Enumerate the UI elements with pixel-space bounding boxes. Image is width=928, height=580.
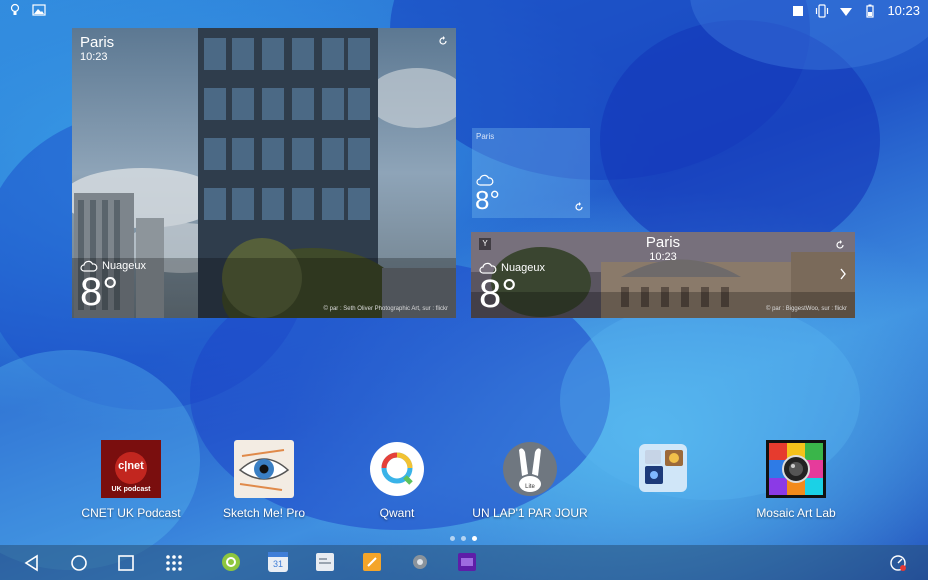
page-dot[interactable] xyxy=(461,536,466,541)
home-icon[interactable] xyxy=(69,553,89,573)
settings-icon[interactable] xyxy=(410,552,430,572)
app-label: Sketch Me! Pro xyxy=(222,506,306,520)
folder-icon xyxy=(639,444,687,492)
eye-sketch-icon xyxy=(234,440,294,498)
widget-time: 10:23 xyxy=(80,51,108,63)
app-un-lap1-par-jour[interactable]: Lite UN LAP'1 PAR JOUR xyxy=(470,440,590,520)
app-label: Mosaic Art Lab xyxy=(756,506,836,520)
app-mosaic-art-lab[interactable]: Mosaic Art Lab xyxy=(736,440,856,520)
status-bar: 10:23 xyxy=(0,0,928,22)
cast-icon xyxy=(793,5,804,16)
app-drawer-icon[interactable] xyxy=(164,553,184,573)
image-icon xyxy=(32,4,46,16)
app-label: CNET UK Podcast xyxy=(81,506,181,520)
weather-widget-large[interactable]: Paris 10:23 Nuageux 8° © par : Seth Oliv… xyxy=(72,28,456,318)
battery-icon xyxy=(866,4,875,18)
app-qwant[interactable]: Qwant xyxy=(337,440,457,520)
dock-green-app-icon[interactable] xyxy=(221,552,241,572)
app-label: Qwant xyxy=(379,506,415,520)
navigation-bar: 31 xyxy=(0,545,928,580)
app-label: UN LAP'1 PAR JOUR xyxy=(472,506,588,520)
qwant-icon xyxy=(370,442,424,496)
lite-badge: Lite xyxy=(525,484,535,490)
page-indicator xyxy=(450,536,477,541)
chevron-right-icon[interactable] xyxy=(839,268,847,280)
data-saver-icon[interactable] xyxy=(888,553,908,573)
app-folder[interactable] xyxy=(603,440,723,506)
temperature: 8° xyxy=(475,185,500,215)
weather-widget-small[interactable]: Paris 8° xyxy=(472,128,590,218)
back-icon[interactable] xyxy=(22,553,42,573)
widget-city: Paris xyxy=(476,132,495,141)
weather-widget-wide[interactable]: Y Paris 10:23 Nuageux 8° © par : Biggest… xyxy=(471,232,855,318)
status-time: 10:23 xyxy=(887,3,920,18)
temperature: 8° xyxy=(80,270,119,314)
docs-icon[interactable] xyxy=(315,552,335,572)
temperature: 8° xyxy=(479,272,518,316)
notes-icon[interactable] xyxy=(362,552,382,572)
refresh-icon[interactable] xyxy=(574,202,584,212)
vibrate-icon xyxy=(816,3,829,18)
page-dot[interactable] xyxy=(450,536,455,541)
yahoo-icon[interactable] xyxy=(457,552,477,572)
wifi-icon xyxy=(840,7,853,16)
page-dot-active[interactable] xyxy=(472,536,477,541)
widget-city: Paris xyxy=(645,234,681,251)
photo-credit: © par : BiggestWoo, sur : flickr xyxy=(765,306,847,312)
app-cnet-uk-podcast[interactable]: c|net UK podcast CNET UK Podcast xyxy=(71,440,191,520)
mosaic-camera-icon xyxy=(766,440,826,498)
cnet-icon: c|net UK podcast xyxy=(101,440,161,498)
calendar-icon[interactable]: 31 xyxy=(268,552,288,572)
lightbulb-icon xyxy=(10,3,20,15)
refresh-icon[interactable] xyxy=(835,240,845,250)
recents-icon[interactable] xyxy=(116,553,136,573)
app-sketch-me-pro[interactable]: Sketch Me! Pro xyxy=(204,440,324,520)
photo-credit: © par : Seth Oliver Photographic Art, su… xyxy=(323,306,448,312)
refresh-icon[interactable] xyxy=(438,36,448,46)
widget-city: Paris xyxy=(80,34,115,51)
